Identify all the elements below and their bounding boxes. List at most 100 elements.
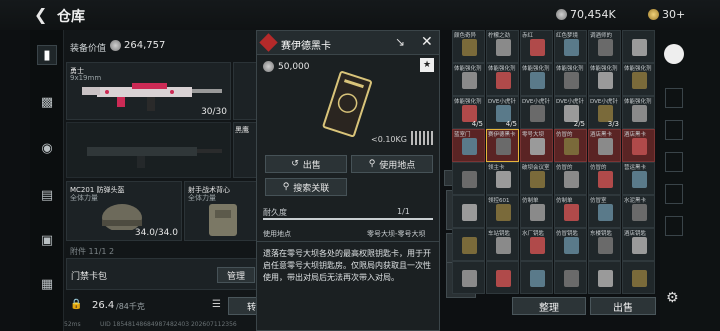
grid-cell[interactable]: 蓝室门: [452, 129, 485, 162]
organize-button[interactable]: 整理: [512, 297, 586, 315]
grid-cell[interactable]: 东楼钥匙: [588, 228, 621, 261]
item-thumbnail-icon: [530, 270, 545, 287]
case-tab-icon[interactable]: ▦: [37, 274, 57, 294]
primary-weapon-slot[interactable]: 勇士 9x19mm 30/30: [66, 62, 231, 120]
secondary-side-slot[interactable]: 黑鹰: [233, 122, 257, 178]
grid-cell[interactable]: [452, 261, 485, 294]
helmet-tab-icon[interactable]: ◉: [37, 138, 57, 158]
grid-cell[interactable]: DVE小虎针 2/5: [554, 96, 587, 129]
grid-cell[interactable]: DVE小虎针 4/5: [486, 96, 519, 129]
item-thumbnail-icon: [598, 72, 613, 89]
grid-cell[interactable]: 体能强化剂: [452, 63, 485, 96]
item-thumbnail-icon: [632, 39, 647, 56]
grid-cell[interactable]: 体能强化剂 4/5: [452, 96, 485, 129]
grid-cell[interactable]: 酒店黑卡: [622, 129, 655, 162]
grid-cell[interactable]: 仿冒的: [554, 162, 587, 195]
item-thumbnail-icon: [496, 72, 511, 89]
grid-cell[interactable]: [452, 228, 485, 261]
grid-cell-label: 破坝会议室: [522, 165, 550, 171]
grid-cell-label: 水泥黑卡: [624, 198, 647, 204]
manage-button[interactable]: 管理: [217, 267, 255, 283]
armor-slot[interactable]: 射手战术背心 全体力量: [184, 181, 257, 241]
helmet-slot[interactable]: MC201 防弹头盔 全体力量 34.0/34.0: [66, 181, 182, 241]
secondary-weapon-slot[interactable]: [66, 122, 231, 178]
grid-cell[interactable]: 领控601: [486, 195, 519, 228]
armor-tab-icon[interactable]: ▩: [37, 92, 57, 112]
keycard-bag-slot[interactable]: 门禁卡包 管理: [66, 258, 257, 290]
grid-cell[interactable]: 营运黑卡: [622, 162, 655, 195]
grid-cell[interactable]: [520, 261, 553, 294]
search-related-button[interactable]: ⚲ 搜索关联: [265, 178, 347, 196]
grid-cell-label: DVE小虎针: [522, 99, 550, 105]
grid-cell[interactable]: 体能强化剂: [486, 63, 519, 96]
grid-cell[interactable]: [622, 261, 655, 294]
grid-cell[interactable]: [554, 261, 587, 294]
grid-cell[interactable]: 仿制单: [520, 195, 553, 228]
grid-cell[interactable]: 体能强化剂: [622, 96, 655, 129]
use-location-button[interactable]: ⚲ 使用地点: [351, 155, 433, 173]
grid-cell[interactable]: 仿冒的: [588, 162, 621, 195]
grid-cell-label: 红色梦境: [556, 33, 579, 39]
item-thumbnail-icon: [462, 171, 477, 188]
grid-cell[interactable]: 酒店黑卡: [588, 129, 621, 162]
primary-weapon-count: 30/30: [201, 107, 227, 117]
grid-cell[interactable]: 仿冒的: [554, 129, 587, 162]
sell-all-button[interactable]: 出售: [590, 297, 656, 315]
settings-gear-icon[interactable]: ⚙: [666, 290, 679, 306]
grid-cell[interactable]: 领主卡: [486, 162, 519, 195]
grid-cell[interactable]: [452, 162, 485, 195]
grid-cell[interactable]: 仿制单: [554, 195, 587, 228]
filter-tab-4-icon[interactable]: [665, 184, 683, 204]
item-thumbnail-icon: [496, 237, 511, 254]
grid-cell[interactable]: 零号大坝: [520, 129, 553, 162]
close-icon[interactable]: ✕: [421, 34, 433, 50]
grid-cell[interactable]: 颇色奇异: [452, 30, 485, 63]
grid-cell[interactable]: DVE小虎针: [520, 96, 553, 129]
filter-tab-5-icon[interactable]: [665, 216, 683, 236]
filter-tab-2-icon[interactable]: [665, 120, 683, 140]
grid-cell[interactable]: DVE小虎针 3/3: [588, 96, 621, 129]
list-icon[interactable]: ☰: [212, 299, 221, 310]
back-icon[interactable]: ❮: [34, 6, 47, 24]
chest-tab-icon[interactable]: ▣: [37, 230, 57, 250]
grid-cell[interactable]: 水泥黑卡: [622, 195, 655, 228]
item-thumbnail-icon: [632, 171, 647, 188]
grid-cell[interactable]: 赛伊德黑卡: [486, 129, 519, 162]
side-slot[interactable]: [233, 62, 257, 120]
item-thumbnail-icon: [496, 270, 511, 287]
grid-cell[interactable]: [452, 195, 485, 228]
grid-cell[interactable]: 赤红: [520, 30, 553, 63]
filter-tab-1-icon[interactable]: [665, 88, 683, 108]
grid-cell-label: DVE小虎针: [488, 99, 516, 105]
backpack-tab-icon[interactable]: ▤: [37, 185, 57, 205]
grid-cell[interactable]: 红色梦境: [554, 30, 587, 63]
durability-label: 耐久度: [263, 208, 287, 217]
grid-cell[interactable]: 仿冒室: [588, 195, 621, 228]
grid-cell-label: 酒店钥匙: [624, 231, 647, 237]
grid-cell[interactable]: 酒店钥匙: [622, 228, 655, 261]
grid-cell[interactable]: 体能强化剂: [622, 63, 655, 96]
favorite-star-icon[interactable]: ★: [420, 58, 434, 72]
grid-cell[interactable]: [486, 261, 519, 294]
warehouse-tab-icon[interactable]: [664, 44, 684, 64]
collapse-icon[interactable]: ↘: [395, 35, 405, 49]
grid-cell[interactable]: 柠檬之劲: [486, 30, 519, 63]
grid-cell[interactable]: 体能强化剂: [588, 63, 621, 96]
grid-cell[interactable]: 体能强化剂: [520, 63, 553, 96]
grid-cell-count: 4/5: [471, 120, 483, 128]
grid-cell[interactable]: 调酒师的: [588, 30, 621, 63]
grid-cell[interactable]: 水厂钥匙: [520, 228, 553, 261]
weapon-tab-icon[interactable]: ▮: [37, 45, 57, 65]
grid-cell[interactable]: 破坝会议室: [520, 162, 553, 195]
grid-cell[interactable]: 仿冒钥匙: [554, 228, 587, 261]
grid-cell[interactable]: [622, 30, 655, 63]
grid-cell-label: DVE小虎针: [556, 99, 584, 105]
filter-tab-3-icon[interactable]: [665, 152, 683, 172]
grid-cell-label: 营运黑卡: [624, 165, 647, 171]
item-thumbnail-icon: [598, 270, 613, 287]
grid-cell[interactable]: [588, 261, 621, 294]
sell-button[interactable]: ↺ 出售: [265, 155, 347, 173]
grid-cell[interactable]: 体能强化剂: [554, 63, 587, 96]
grid-cell-label: 赤红: [522, 33, 534, 39]
grid-cell[interactable]: 车站钥匙: [486, 228, 519, 261]
